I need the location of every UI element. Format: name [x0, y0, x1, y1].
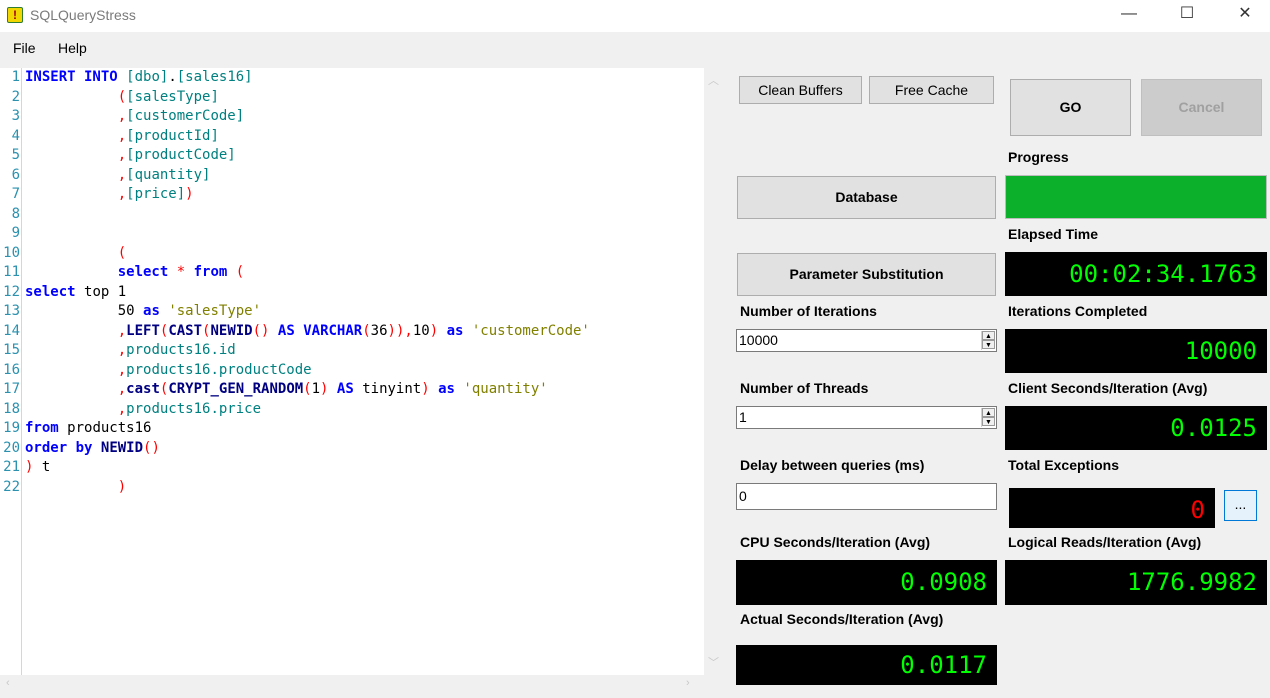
- scroll-right-icon[interactable]: ›: [686, 677, 690, 689]
- cpu-seconds-display: 0.0908: [736, 560, 997, 605]
- cpu-seconds-label: CPU Seconds/Iteration (Avg): [740, 534, 931, 550]
- delay-value: 0: [739, 488, 747, 504]
- app-icon: [7, 7, 23, 23]
- code-line: 5 ,[productCode]: [11, 147, 236, 163]
- clean-buffers-button[interactable]: Clean Buffers: [739, 76, 862, 104]
- actual-seconds-display: 0.0117: [736, 645, 997, 685]
- stepper-up-icon[interactable]: ▲: [982, 408, 995, 417]
- editor-vertical-scrollbar[interactable]: ︿ ﹀: [704, 68, 722, 675]
- iterations-value: 10000: [739, 332, 778, 348]
- delay-label: Delay between queries (ms): [740, 457, 925, 473]
- code-line: 16 ,products16.productCode: [3, 361, 312, 378]
- code-line: 4 ,[productId]: [11, 127, 219, 144]
- code-line: 11 select * from (: [3, 264, 245, 280]
- scroll-up-icon[interactable]: ︿: [708, 72, 719, 88]
- code-line: 6 ,[quantity]: [11, 166, 211, 183]
- menu-bar: File Help: [0, 36, 1270, 62]
- code-line: 3 ,[customerCode]: [11, 108, 245, 124]
- client-seconds-label: Client Seconds/Iteration (Avg): [1008, 380, 1208, 396]
- elapsed-time-display: 00:02:34.1763: [1005, 252, 1267, 296]
- stepper-down-icon[interactable]: ▼: [982, 417, 995, 426]
- code-line: 19 from products16: [3, 420, 152, 436]
- code-line: 1 INSERT INTO [dbo].[sales16]: [11, 69, 253, 85]
- gutter-divider: [21, 68, 22, 675]
- total-exceptions-label: Total Exceptions: [1008, 457, 1119, 473]
- stepper-arrows: ▲ ▼: [981, 331, 995, 350]
- title-bar: SQLQueryStress — ☐ ✕: [0, 0, 1270, 32]
- minimize-button[interactable]: —: [1100, 0, 1158, 30]
- free-cache-button[interactable]: Free Cache: [869, 76, 994, 104]
- logical-reads-label: Logical Reads/Iteration (Avg): [1008, 534, 1202, 550]
- threads-stepper[interactable]: 1 ▲ ▼: [736, 406, 997, 429]
- go-button[interactable]: GO: [1010, 79, 1131, 136]
- code-line: 2 ([salesType]: [11, 88, 219, 105]
- iterations-completed-label: Iterations Completed: [1008, 303, 1148, 319]
- code-line: 9: [11, 225, 20, 241]
- progress-label: Progress: [1008, 149, 1069, 165]
- query-editor[interactable]: 1 INSERT INTO [dbo].[sales16] 2 ([salesTy…: [0, 68, 704, 675]
- stepper-down-icon[interactable]: ▼: [982, 340, 995, 349]
- code-line: 12 select top 1: [3, 283, 127, 300]
- code-line: 15 ,products16.id: [3, 342, 236, 358]
- iterations-completed-display: 10000: [1005, 329, 1267, 373]
- code-line: 22 ): [3, 478, 127, 495]
- stepper-arrows: ▲ ▼: [981, 408, 995, 427]
- maximize-button[interactable]: ☐: [1158, 0, 1216, 30]
- code-line: 18 ,products16.price: [3, 400, 262, 417]
- cancel-button[interactable]: Cancel: [1141, 79, 1262, 136]
- total-exceptions-display: 0: [1009, 488, 1215, 528]
- actual-seconds-label: Actual Seconds/Iteration (Avg): [740, 611, 944, 627]
- iterations-stepper[interactable]: 10000 ▲ ▼: [736, 329, 997, 352]
- exceptions-details-button[interactable]: ...: [1224, 490, 1257, 521]
- scroll-left-icon[interactable]: ‹: [6, 677, 10, 689]
- code-line: 14 ,LEFT(CAST(NEWID() AS VARCHAR(36)),10…: [3, 322, 590, 339]
- code-line: 7 ,[price]): [11, 186, 194, 202]
- menu-file[interactable]: File: [13, 40, 36, 56]
- scroll-down-icon[interactable]: ﹀: [708, 654, 719, 670]
- window-title: SQLQueryStress: [30, 7, 136, 23]
- close-button[interactable]: ✕: [1216, 0, 1270, 30]
- editor-horizontal-scrollbar[interactable]: ‹ ›: [0, 675, 704, 693]
- threads-label: Number of Threads: [740, 380, 869, 396]
- code-line: 8: [11, 205, 20, 222]
- code-line: 10 (: [3, 244, 127, 261]
- code-line: 20 order by NEWID(): [3, 439, 160, 456]
- logical-reads-display: 1776.9982: [1005, 560, 1267, 605]
- progress-bar: [1005, 175, 1267, 219]
- database-button[interactable]: Database: [737, 176, 996, 219]
- code-line: 13 50 as 'salesType': [3, 303, 262, 319]
- progress-fill: [1006, 176, 1266, 218]
- delay-input[interactable]: 0: [736, 483, 997, 510]
- client-seconds-display: 0.0125: [1005, 406, 1267, 450]
- threads-value: 1: [739, 409, 747, 425]
- code-line: 21) t: [3, 459, 51, 475]
- parameter-substitution-button[interactable]: Parameter Substitution: [737, 253, 996, 296]
- menu-help[interactable]: Help: [58, 40, 87, 56]
- iterations-label: Number of Iterations: [740, 303, 877, 319]
- elapsed-time-label: Elapsed Time: [1008, 226, 1099, 242]
- code-line: 17 ,cast(CRYPT_GEN_RANDOM(1) AS tinyint)…: [3, 381, 548, 397]
- stepper-up-icon[interactable]: ▲: [982, 331, 995, 340]
